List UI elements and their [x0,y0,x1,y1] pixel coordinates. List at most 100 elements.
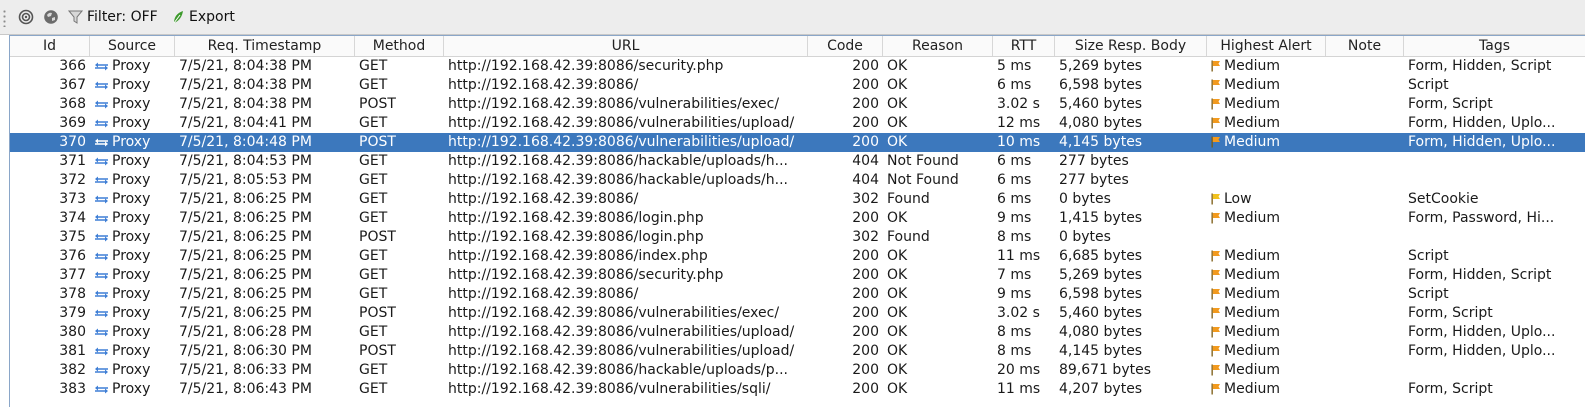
table-row[interactable]: 379 Proxy 7/5/21, 8:06:25 PM POST http://192… [10,304,1585,323]
cell-url: http://192.168.42.39:8086/vulnerabilitie… [448,115,795,131]
table-row[interactable]: 378 Proxy 7/5/21, 8:06:25 PM GET http://192.… [10,285,1585,304]
cell-code: 200 [852,305,879,321]
table-row[interactable]: 366 Proxy 7/5/21, 8:04:38 PM GET http://192.… [10,57,1585,76]
cell-size: 5,460 bytes [1059,305,1143,321]
cell-alert [1207,228,1326,247]
table-row[interactable]: 383 Proxy 7/5/21, 8:06:43 PM GET http://192.… [10,380,1585,399]
cell-url: http://192.168.42.39:8086/ [448,286,639,302]
cell-reason: OK [887,210,908,226]
header-col-size[interactable]: Size Resp. Body [1055,36,1207,56]
proxy-arrow-icon [95,195,108,203]
cell-note [1326,114,1404,133]
header-col-note[interactable]: Note [1326,36,1404,56]
cell-rtt: 7 ms [997,267,1032,283]
table-row[interactable]: 377 Proxy 7/5/21, 8:06:25 PM GET http://192.… [10,266,1585,285]
cell-alert [1207,152,1326,171]
cell-note [1326,209,1404,228]
cell-method: POST [359,134,396,150]
cell-size: 4,145 bytes [1059,134,1143,150]
cell-id: 381 [59,343,86,359]
cell-rtt: 3.02 s [997,305,1040,321]
alert-label: Medium [1224,305,1280,321]
cell-tags: Script [1408,248,1449,264]
table-row[interactable]: 367 Proxy 7/5/21, 8:04:38 PM GET http://192.… [10,76,1585,95]
filter-button[interactable]: Filter: OFF [68,7,158,27]
header-col-alert[interactable]: Highest Alert [1207,36,1326,56]
table-row[interactable]: 372 Proxy 7/5/21, 8:05:53 PM GET http://192.… [10,171,1585,190]
table-row[interactable]: 370 Proxy 7/5/21, 8:04:48 PM POST http://192… [10,133,1585,152]
cell-reason: OK [887,362,908,378]
cell-tags [1404,361,1585,380]
alert-label: Medium [1224,77,1280,93]
cell-code: 200 [852,362,879,378]
alert-label: Medium [1224,343,1280,359]
cell-method: POST [359,305,396,321]
cell-timestamp: 7/5/21, 8:06:33 PM [179,362,312,378]
cell-rtt: 6 ms [997,191,1032,207]
table-row[interactable]: 369 Proxy 7/5/21, 8:04:41 PM GET http://192.… [10,114,1585,133]
cell-code: 302 [852,191,879,207]
toolbar-grip-handle[interactable] [3,9,6,27]
cell-id: 369 [59,115,86,131]
cell-note [1326,342,1404,361]
cell-url: http://192.168.42.39:8086/hackable/uploa… [448,362,788,378]
table-row[interactable]: 382 Proxy 7/5/21, 8:06:33 PM GET http://192.… [10,361,1585,380]
header-col-reason[interactable]: Reason [883,36,993,56]
cell-source: Proxy [90,228,175,247]
cell-url: http://192.168.42.39:8086/ [448,191,639,207]
table-row[interactable]: 371 Proxy 7/5/21, 8:04:53 PM GET http://192.… [10,152,1585,171]
cell-source: Proxy [90,76,175,95]
cell-note [1326,133,1404,152]
alert-flag-icon [1211,383,1220,395]
table-row[interactable]: 375 Proxy 7/5/21, 8:06:25 PM POST http://192… [10,228,1585,247]
table-row[interactable]: 374 Proxy 7/5/21, 8:06:25 PM GET http://192.… [10,209,1585,228]
source-label: Proxy [112,58,151,74]
cell-method: GET [359,191,388,207]
header-col-source[interactable]: Source [90,36,175,56]
cell-timestamp: 7/5/21, 8:06:25 PM [179,305,312,321]
table-row[interactable]: 368 Proxy 7/5/21, 8:04:38 PM POST http://192… [10,95,1585,114]
cell-reason: Not Found [887,153,959,169]
cell-rtt: 9 ms [997,286,1032,302]
cell-reason: Found [887,191,930,207]
cell-rtt: 10 ms [997,134,1041,150]
table-row[interactable]: 376 Proxy 7/5/21, 8:06:25 PM GET http://192.… [10,247,1585,266]
header-col-tags[interactable]: Tags [1404,36,1585,56]
alert-flag-icon [1211,345,1220,357]
source-label: Proxy [112,305,151,321]
export-button[interactable]: Export [171,7,235,27]
proxy-arrow-icon [95,328,108,336]
table-row[interactable]: 373 Proxy 7/5/21, 8:06:25 PM GET http://192.… [10,190,1585,209]
cell-code: 200 [852,286,879,302]
cell-code: 200 [852,267,879,283]
cell-alert: Medium [1207,76,1326,95]
history-table[interactable]: Id Source Req. Timestamp Method URL Code Reaso… [9,35,1585,407]
cell-tags: Form, Hidden, Script [1408,267,1552,283]
cell-code: 404 [852,153,879,169]
target-icon[interactable] [18,7,34,27]
header-col-rtt[interactable]: RTT [993,36,1055,56]
cell-note [1326,57,1404,76]
cell-url: http://192.168.42.39:8086/hackable/uploa… [448,172,788,188]
header-col-code[interactable]: Code [808,36,883,56]
header-col-method[interactable]: Method [355,36,444,56]
source-label: Proxy [112,210,151,226]
header-col-id[interactable]: Id [10,36,90,56]
cell-tags: SetCookie [1408,191,1479,207]
alert-flag-icon [1211,364,1220,376]
globe-icon[interactable] [43,7,59,27]
cell-reason: OK [887,343,908,359]
cell-method: GET [359,172,388,188]
header-col-url[interactable]: URL [444,36,808,56]
cell-code: 200 [852,115,879,131]
header-col-timestamp[interactable]: Req. Timestamp [175,36,355,56]
source-label: Proxy [112,324,151,340]
table-row[interactable]: 381 Proxy 7/5/21, 8:06:30 PM POST http://192… [10,342,1585,361]
cell-tags: Form, Hidden, Uplo... [1408,324,1556,340]
cell-id: 371 [59,153,86,169]
cell-source: Proxy [90,323,175,342]
cell-note [1326,361,1404,380]
cell-tags: Form, Password, Hi... [1408,210,1555,226]
table-row[interactable]: 380 Proxy 7/5/21, 8:06:28 PM GET http://192.… [10,323,1585,342]
cell-tags: Form, Script [1408,96,1493,112]
